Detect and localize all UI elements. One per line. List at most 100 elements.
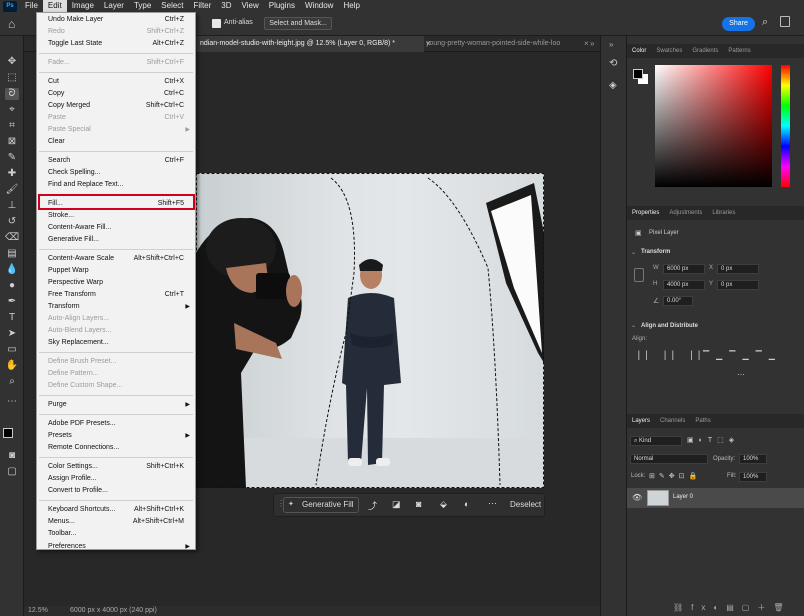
tab-color[interactable]: Color (627, 48, 651, 54)
edit-menu-item[interactable]: Copy Merged Shift+Ctrl+C (37, 100, 195, 112)
search-icon[interactable]: ⌕ (762, 16, 768, 29)
path-select-icon[interactable]: ➤ (5, 328, 19, 340)
eraser-tool-icon[interactable]: ⌫ (5, 232, 19, 244)
y-field[interactable]: 0 px (717, 280, 759, 290)
edit-menu-item[interactable]: Paste Special ▶ (37, 124, 195, 136)
brush-tool-icon[interactable]: 🖌 (5, 184, 19, 196)
edit-menu-item[interactable]: Adobe PDF Presets... (37, 418, 195, 430)
edit-menu-item[interactable]: Clear (37, 136, 195, 148)
tab-paths[interactable]: Paths (690, 418, 715, 424)
edit-menu-item[interactable]: Free Transform Ctrl+T (37, 289, 195, 301)
deselect-button[interactable]: Deselect (510, 500, 541, 509)
zoom-level[interactable]: 12.5% (28, 607, 48, 614)
swatch-icon[interactable]: ◈ (609, 80, 617, 91)
tab-libraries[interactable]: Libraries (707, 210, 740, 216)
blur-tool-icon[interactable]: 💧 (5, 264, 19, 276)
menu-image[interactable]: Image (67, 0, 99, 12)
tab-properties[interactable]: Properties (627, 210, 664, 216)
generative-fill-button[interactable]: Generative Fill (283, 497, 359, 513)
menu-window[interactable]: Window (300, 0, 338, 12)
screen-mode-icon[interactable]: ▢ (5, 466, 19, 478)
width-field[interactable]: 6000 px (663, 264, 705, 274)
mask-icon[interactable]: ◙ (416, 499, 421, 509)
edit-menu-item[interactable]: Assign Profile... (37, 473, 195, 485)
tab-active-document[interactable]: ndian-model-studio-with-leight.jpg @ 12.… (196, 36, 424, 52)
edit-menu-item[interactable]: Remote Connections... (37, 442, 195, 454)
more-tools-icon[interactable]: ⋯ (5, 396, 19, 408)
edit-menu-item[interactable]: Redo Shift+Ctrl+Z (37, 26, 195, 38)
edit-menu-item[interactable]: Presets ▶ (37, 430, 195, 442)
edit-menu-item[interactable]: Stroke... (37, 210, 195, 222)
tab-layers[interactable]: Layers (627, 418, 655, 424)
opacity-field[interactable]: 100% (739, 454, 767, 464)
hand-tool-icon[interactable]: ✋ (5, 360, 19, 372)
frame-tool-icon[interactable]: ⊠ (5, 136, 19, 148)
chevron-down-icon[interactable]: ⌄ (631, 249, 636, 256)
collapse-icon[interactable]: » (609, 40, 613, 49)
modify-selection-icon[interactable]: ⤴ (368, 499, 377, 512)
healing-tool-icon[interactable]: ✚ (5, 168, 19, 180)
edit-menu-item[interactable]: Auto-Blend Layers... (37, 325, 195, 337)
menu-select[interactable]: Select (156, 0, 188, 12)
lasso-tool-icon[interactable]: ᘐ (5, 88, 19, 100)
edit-menu-item[interactable]: Fade... Shift+Ctrl+F (37, 57, 195, 69)
layer-filter-icons[interactable]: ▣◐T⬚◈ (687, 436, 739, 444)
chevron-down-icon[interactable]: ⌄ (631, 322, 636, 329)
tab-patterns[interactable]: Patterns (723, 48, 755, 54)
tab-adjustments[interactable]: Adjustments (664, 210, 707, 216)
edit-menu-item[interactable]: Toggle Last State Alt+Ctrl+Z (37, 38, 195, 50)
edit-menu-item[interactable]: Sky Replacement... (37, 337, 195, 349)
fg-color-chip[interactable] (633, 69, 643, 79)
edit-menu-item[interactable]: Puppet Warp (37, 265, 195, 277)
invert-selection-icon[interactable]: ◪ (392, 499, 401, 510)
tab-channels[interactable]: Channels (655, 418, 690, 424)
layer-row[interactable]: 👁 Layer 0 (627, 488, 804, 508)
menu-layer[interactable]: Layer (99, 0, 129, 12)
edit-menu-item[interactable]: Auto-Align Layers... (37, 313, 195, 325)
quick-select-tool-icon[interactable]: ⌖ (5, 104, 19, 116)
menu-3d[interactable]: 3D (216, 0, 236, 12)
tab-swatches[interactable]: Swatches (651, 48, 687, 54)
edit-menu-item[interactable]: Undo Make Layer Ctrl+Z (37, 14, 195, 26)
menu-view[interactable]: View (237, 0, 264, 12)
layer-actions-icons[interactable]: ⛓fx◐▤▢＋🗑 (673, 602, 791, 613)
height-field[interactable]: 4000 px (663, 280, 705, 290)
workspace-icon[interactable] (780, 16, 790, 27)
anti-alias-checkbox[interactable] (212, 19, 221, 28)
link-icon[interactable] (634, 268, 644, 282)
fill-field[interactable]: 100% (739, 472, 767, 482)
tab-second-document[interactable]: young-pretty-woman-pointed-side-while-lo… (422, 36, 582, 52)
edit-menu-item[interactable]: Paste Ctrl+V (37, 112, 195, 124)
edit-menu-item[interactable]: Define Pattern... (37, 368, 195, 380)
edit-menu-item[interactable]: Color Settings... Shift+Ctrl+K (37, 461, 195, 473)
edit-menu-item[interactable]: Define Custom Shape... (37, 380, 195, 392)
gradient-tool-icon[interactable]: ▤ (5, 248, 19, 260)
stamp-tool-icon[interactable]: ⊥ (5, 200, 19, 212)
edit-menu-item[interactable]: Menus... Alt+Shift+Ctrl+M (37, 516, 195, 528)
history-brush-icon[interactable]: ↺ (5, 216, 19, 228)
home-icon[interactable]: ⌂ (8, 17, 15, 31)
menu-help[interactable]: Help (338, 0, 364, 12)
edit-menu-item[interactable]: Search Ctrl+F (37, 155, 195, 167)
more-options-icon[interactable]: ⋯ (737, 370, 745, 379)
lock-icons[interactable]: ⊞✎✥⊡🔒 (649, 472, 701, 480)
edit-menu-item[interactable]: Transform ▶ (37, 301, 195, 313)
marquee-tool-icon[interactable]: ⬚ (5, 72, 19, 84)
edit-menu-item[interactable]: Keyboard Shortcuts... Alt+Shift+Ctrl+K (37, 504, 195, 516)
select-and-mask-button[interactable]: Select and Mask... (264, 17, 332, 30)
rectangle-tool-icon[interactable]: ▭ (5, 344, 19, 356)
edit-menu-item[interactable]: Content-Aware Scale Alt+Shift+Ctrl+C (37, 253, 195, 265)
close-tab-icon[interactable]: × (584, 39, 589, 48)
pen-tool-icon[interactable]: ✒ (5, 296, 19, 308)
edit-menu-item[interactable]: Toolbar... (37, 528, 195, 540)
edit-menu-item[interactable]: Generative Fill... (37, 234, 195, 246)
move-tool-icon[interactable]: ✥ (5, 56, 19, 68)
edit-menu-item[interactable]: Purge ▶ (37, 399, 195, 411)
tab-gradients[interactable]: Gradients (687, 48, 723, 54)
layer-name[interactable]: Layer 0 (673, 494, 693, 500)
edit-menu-item[interactable]: Check Spelling... (37, 167, 195, 179)
x-field[interactable]: 0 px (717, 264, 759, 274)
eyedropper-tool-icon[interactable]: ✎ (5, 152, 19, 164)
menu-filter[interactable]: Filter (189, 0, 217, 12)
tabs-overflow-icon[interactable]: » (590, 39, 594, 48)
